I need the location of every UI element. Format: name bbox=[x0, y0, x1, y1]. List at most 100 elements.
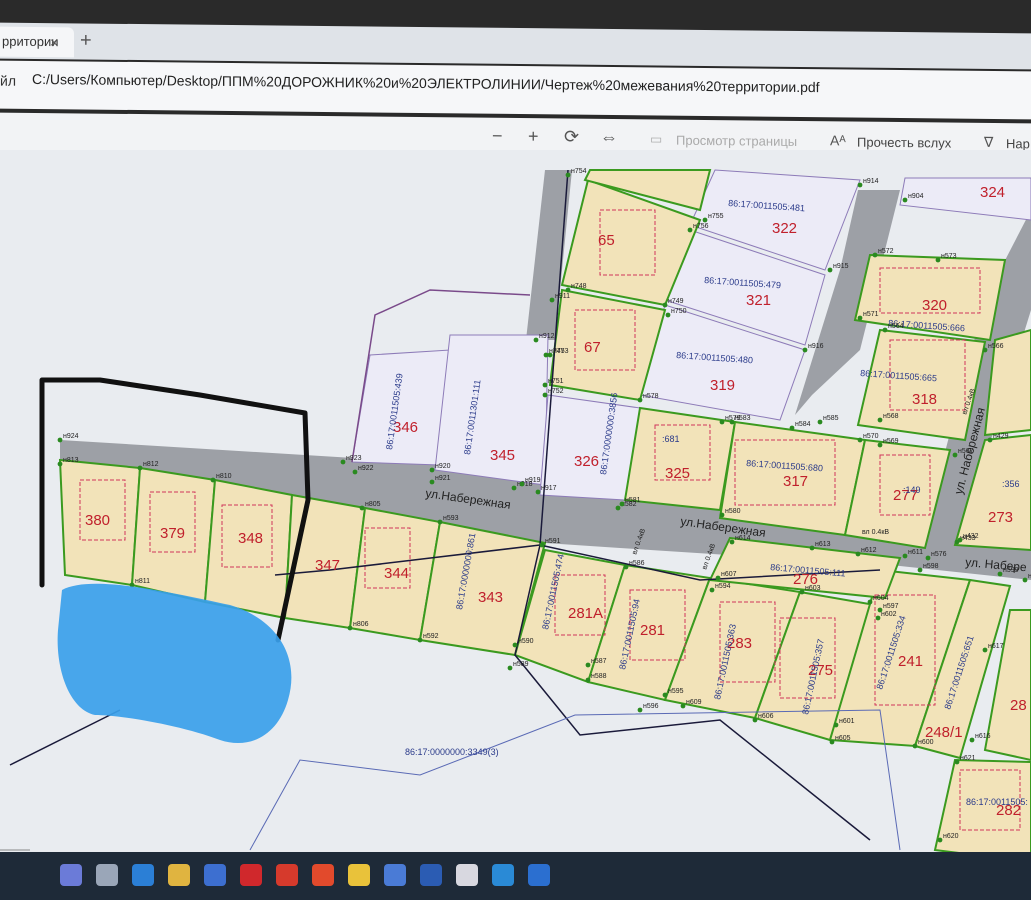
boundary-node bbox=[619, 501, 625, 507]
boundary-node bbox=[565, 287, 571, 293]
browser-tab[interactable]: рритории × bbox=[0, 26, 74, 58]
node-label: н581 bbox=[625, 497, 641, 504]
node-label: н595 bbox=[668, 688, 684, 695]
boundary-node bbox=[925, 555, 931, 561]
store-icon[interactable] bbox=[204, 864, 226, 886]
boundary-node bbox=[1022, 577, 1028, 583]
node-label: н571 bbox=[863, 311, 879, 318]
zoom-out-button[interactable]: − bbox=[492, 126, 503, 147]
node-label: н566 bbox=[988, 343, 1004, 350]
plot-number: 319 bbox=[710, 377, 735, 394]
plot-number: 348 bbox=[238, 530, 263, 547]
node-label: н587 bbox=[591, 658, 607, 665]
windows-taskbar bbox=[0, 852, 1031, 900]
boundary-node bbox=[137, 465, 143, 471]
node-label: н812 bbox=[143, 461, 159, 468]
node-label: н585 bbox=[823, 415, 839, 422]
file-label: йл bbox=[0, 72, 16, 89]
node-label: н756 bbox=[693, 223, 709, 230]
node-label: н911 bbox=[555, 293, 570, 300]
boundary-node bbox=[817, 419, 823, 425]
media-player-icon[interactable] bbox=[528, 864, 550, 886]
boundary-node bbox=[437, 519, 443, 525]
node-label: н920 bbox=[435, 463, 451, 470]
node-label: н602 bbox=[881, 611, 897, 618]
boundary-node bbox=[340, 459, 346, 465]
boundary-node bbox=[511, 485, 517, 491]
node-label: н750 bbox=[671, 308, 687, 315]
powerline-lower-left bbox=[9, 709, 121, 766]
node-label: н748 bbox=[571, 283, 587, 290]
rotate-icon[interactable]: ⟳ bbox=[564, 127, 579, 148]
edge-icon[interactable] bbox=[132, 864, 154, 886]
plot-number: 321 bbox=[746, 292, 771, 309]
read-aloud-icon: Aᴬ bbox=[830, 132, 846, 149]
yandex-icon[interactable] bbox=[276, 864, 298, 886]
plot-number: 347 bbox=[315, 557, 340, 574]
node-label: н588 bbox=[591, 673, 607, 680]
boundary-node bbox=[882, 327, 888, 333]
node-label: н915 bbox=[833, 263, 849, 270]
new-tab-button[interactable]: + bbox=[80, 29, 92, 52]
mail-icon[interactable] bbox=[384, 864, 406, 886]
boundary-node bbox=[687, 227, 693, 233]
boundary-node bbox=[912, 743, 918, 749]
opera-icon[interactable] bbox=[240, 864, 262, 886]
node-label: н805 bbox=[365, 501, 381, 508]
explorer-icon[interactable] bbox=[168, 864, 190, 886]
boundary-node bbox=[585, 662, 591, 668]
boundary-node bbox=[709, 587, 715, 593]
boundary-node bbox=[937, 837, 943, 843]
plot-number: 345 bbox=[490, 447, 515, 464]
word-icon[interactable] bbox=[420, 864, 442, 886]
boundary-node bbox=[637, 397, 643, 403]
node-label: н612 bbox=[861, 547, 877, 554]
boundary-node bbox=[952, 452, 958, 458]
node-label: н606 bbox=[758, 713, 774, 720]
node-label: н601 bbox=[839, 718, 855, 725]
task-view-icon[interactable] bbox=[96, 864, 118, 886]
cadastral-map: 380 379 348 347 344 343 281А 281 283 275… bbox=[0, 168, 1031, 864]
node-label: н599 bbox=[1003, 567, 1019, 574]
boundary-node bbox=[549, 297, 555, 303]
files-icon[interactable] bbox=[456, 864, 478, 886]
photo-of-screen: рритории × + йл C:/Users/Компьютер/Deskt… bbox=[0, 0, 1031, 900]
node-label: н432 bbox=[963, 533, 979, 540]
boundary-node bbox=[210, 477, 216, 483]
app-icon[interactable] bbox=[492, 864, 514, 886]
plot-348 bbox=[203, 478, 294, 620]
node-label: н749 bbox=[668, 298, 684, 305]
plot-number: 380 bbox=[85, 512, 110, 529]
node-label: н593 bbox=[443, 515, 459, 522]
pdf-viewer[interactable]: 380 379 348 347 344 343 281А 281 283 275… bbox=[0, 150, 1031, 865]
address-bar[interactable]: йл C:/Users/Компьютер/Desktop/ППМ%20ДОРО… bbox=[0, 60, 1031, 120]
node-label: н613 bbox=[815, 541, 831, 548]
boundary-node bbox=[519, 481, 525, 487]
boundary-node bbox=[799, 589, 805, 595]
fit-width-icon[interactable]: ⇔ bbox=[600, 127, 618, 148]
node-label: н916 bbox=[808, 343, 824, 350]
node-label: н600 bbox=[918, 739, 934, 746]
node-label: н607 bbox=[721, 571, 737, 578]
boundary-node bbox=[615, 505, 621, 511]
node-label: н429 bbox=[993, 433, 1009, 440]
zoom-in-button[interactable]: + bbox=[528, 126, 539, 147]
node-label: н597 bbox=[883, 603, 899, 610]
boundary-node bbox=[872, 252, 878, 258]
close-tab-icon[interactable]: × bbox=[50, 27, 58, 57]
boundary-node bbox=[829, 739, 835, 745]
chrome-icon[interactable] bbox=[348, 864, 370, 886]
boundary-node bbox=[833, 722, 839, 728]
yandex-browser-icon[interactable] bbox=[312, 864, 334, 886]
cadastral-number: :356 bbox=[1002, 479, 1020, 489]
read-aloud-button[interactable]: Прочесть вслух bbox=[857, 135, 951, 151]
page-view-button[interactable]: Просмотр страницы bbox=[676, 133, 797, 149]
node-label: н611 bbox=[908, 549, 923, 556]
search-icon[interactable] bbox=[60, 864, 82, 886]
boundary-node bbox=[585, 677, 591, 683]
url-text[interactable]: C:/Users/Компьютер/Desktop/ППМ%20ДОРОЖНИ… bbox=[32, 71, 820, 95]
node-label: н589 bbox=[513, 661, 529, 668]
plot-number: 322 bbox=[772, 220, 797, 237]
boundary-node bbox=[954, 759, 960, 765]
boundary-node bbox=[662, 692, 668, 698]
